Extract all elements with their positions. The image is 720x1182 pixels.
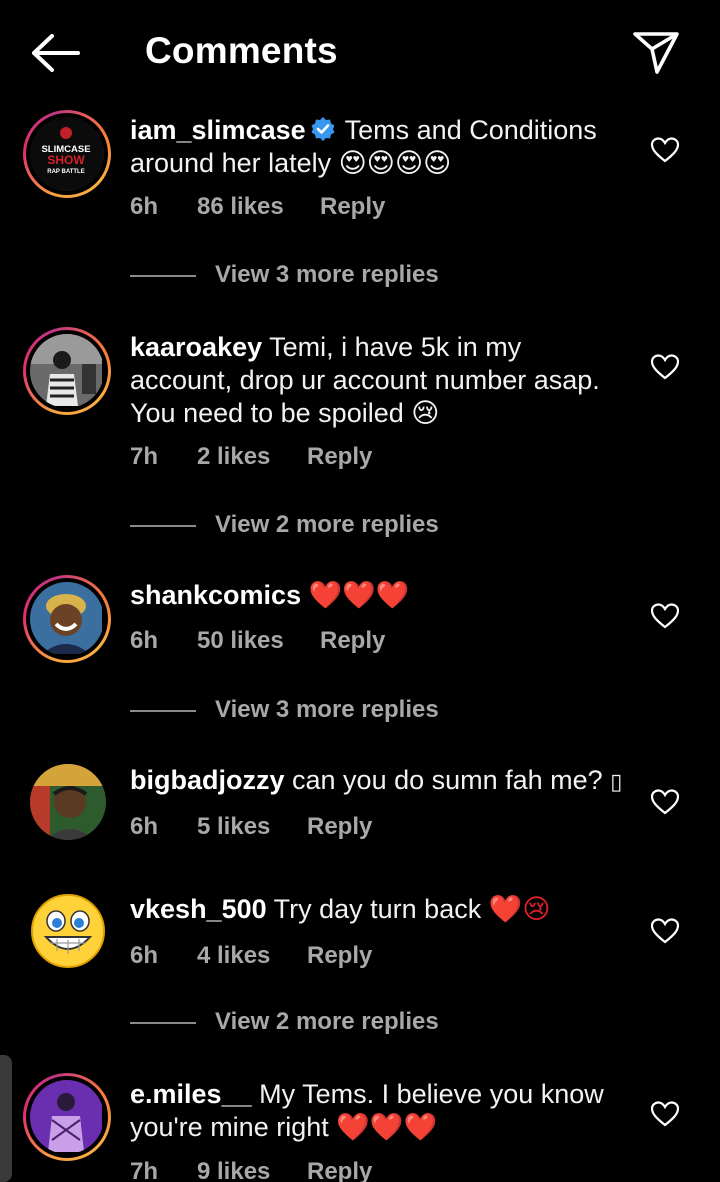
svg-text:SHOW: SHOW xyxy=(47,153,85,167)
username[interactable]: shankcomics xyxy=(130,580,301,610)
avatar-story-ring[interactable]: SLIMCASE SHOW RAP BATTLE xyxy=(23,110,111,198)
header-bar: Comments xyxy=(0,0,720,104)
emoji-crying: 😢 xyxy=(411,398,440,428)
reply-button[interactable]: Reply xyxy=(320,627,385,655)
username[interactable]: e.miles__ xyxy=(130,1079,252,1109)
heart-outline-icon xyxy=(650,603,680,629)
reply-button[interactable]: Reply xyxy=(307,443,372,471)
username[interactable]: bigbadjozzy xyxy=(130,765,285,795)
comment-item: bigbadjozzy can you do sumn fah me? ▯ 6h… xyxy=(0,764,720,864)
timestamp: 6h xyxy=(130,627,159,654)
avatar xyxy=(30,334,104,408)
username[interactable]: iam_slimcase xyxy=(130,115,306,145)
comment-item: kaaroakey Temi, i have 5k in my account,… xyxy=(0,325,720,555)
divider-line xyxy=(130,275,196,277)
svg-text:RAP BATTLE: RAP BATTLE xyxy=(47,169,84,175)
reply-button[interactable]: Reply xyxy=(307,1158,372,1182)
view-more-label: View 3 more replies xyxy=(215,261,439,288)
comment-text: e.miles__ My Tems. I believe you know yo… xyxy=(130,1078,630,1144)
page-title: Comments xyxy=(145,30,338,71)
like-button[interactable] xyxy=(650,602,680,630)
verified-badge-icon xyxy=(311,117,335,141)
comment-body: Tems and Conditions xyxy=(344,115,597,145)
avatar-story-ring[interactable] xyxy=(23,1073,111,1161)
username[interactable]: vkesh_500 xyxy=(130,894,267,924)
likes-count[interactable]: 9 likes xyxy=(197,1158,270,1182)
like-button[interactable] xyxy=(650,788,680,816)
view-more-replies[interactable]: View 2 more replies xyxy=(130,1008,530,1038)
emoji-heart-crying: ❤️😢 xyxy=(488,894,551,924)
comment-text: bigbadjozzy can you do sumn fah me? ▯ xyxy=(130,764,630,798)
like-button[interactable] xyxy=(650,136,680,164)
heart-outline-icon xyxy=(650,354,680,380)
avatar-story-ring[interactable] xyxy=(23,327,111,415)
like-button[interactable] xyxy=(650,917,680,945)
emoji-hearts: ❤️❤️❤️ xyxy=(308,580,410,610)
reply-button[interactable]: Reply xyxy=(307,942,372,970)
comment-text: iam_slimcase Tems and Conditions around … xyxy=(130,114,630,180)
heart-outline-icon xyxy=(650,789,680,815)
comment-body: You need to be spoiled xyxy=(130,398,404,428)
likes-count[interactable]: 5 likes xyxy=(197,813,270,841)
view-more-replies[interactable]: View 2 more replies xyxy=(130,511,530,541)
avatar xyxy=(30,582,104,656)
timestamp: 7h xyxy=(130,1158,159,1182)
comment-body: My Tems. I believe you know xyxy=(259,1079,604,1109)
back-button[interactable] xyxy=(30,30,82,76)
edge-handle[interactable] xyxy=(0,1055,12,1182)
emoji-unknown: ▯ xyxy=(610,769,623,794)
comment-item: shankcomics ❤️❤️❤️ 6h 50 likes Reply Vie… xyxy=(0,575,720,735)
reply-button[interactable]: Reply xyxy=(320,193,385,221)
divider-line xyxy=(130,1022,196,1024)
comment-body: account, drop ur account number asap. xyxy=(130,365,600,395)
comment-body: can you do sumn fah me? xyxy=(292,765,603,795)
timestamp: 6h xyxy=(130,193,159,220)
arrow-left-icon xyxy=(32,34,80,72)
divider-line xyxy=(130,525,196,527)
share-button[interactable] xyxy=(630,28,682,76)
username[interactable]: kaaroakey xyxy=(130,332,262,362)
emoji-heart-eyes: 😍😍😍😍 xyxy=(338,148,452,178)
timestamp: 6h xyxy=(130,813,159,840)
comment-item: vkesh_500 Try day turn back ❤️😢 6h 4 lik… xyxy=(0,893,720,1043)
divider-line xyxy=(130,710,196,712)
avatar xyxy=(30,764,106,840)
comment-text: vkesh_500 Try day turn back ❤️😢 xyxy=(130,893,630,926)
comment-text: kaaroakey Temi, i have 5k in my account,… xyxy=(130,331,630,430)
heart-outline-icon xyxy=(650,137,680,163)
like-button[interactable] xyxy=(650,1100,680,1128)
comment-text: shankcomics ❤️❤️❤️ xyxy=(130,579,630,612)
reply-button[interactable]: Reply xyxy=(307,813,372,841)
likes-count[interactable]: 4 likes xyxy=(197,942,270,970)
heart-outline-icon xyxy=(650,918,680,944)
comment-body: Temi, i have 5k in my xyxy=(269,332,522,362)
likes-count[interactable]: 86 likes xyxy=(197,193,284,221)
comment-item: e.miles__ My Tems. I believe you know yo… xyxy=(0,1073,720,1182)
avatar-frame[interactable] xyxy=(30,893,106,969)
comment-body: Try day turn back xyxy=(273,894,482,924)
heart-outline-icon xyxy=(650,1101,680,1127)
avatar xyxy=(30,1080,104,1154)
avatar-frame[interactable] xyxy=(30,764,106,840)
like-button[interactable] xyxy=(650,353,680,381)
view-more-label: View 3 more replies xyxy=(215,696,439,723)
comment-body: around her lately xyxy=(130,148,332,178)
avatar: SLIMCASE SHOW RAP BATTLE xyxy=(30,117,104,191)
comment-item: SLIMCASE SHOW RAP BATTLE iam_slimcase Te… xyxy=(0,108,720,308)
likes-count[interactable]: 2 likes xyxy=(197,443,270,471)
timestamp: 6h xyxy=(130,942,159,969)
view-more-replies[interactable]: View 3 more replies xyxy=(130,696,530,726)
view-more-replies[interactable]: View 3 more replies xyxy=(130,261,530,291)
timestamp: 7h xyxy=(130,443,159,470)
emoji-hearts: ❤️❤️❤️ xyxy=(336,1112,438,1142)
comment-body: you're mine right xyxy=(130,1112,329,1142)
view-more-label: View 2 more replies xyxy=(215,1008,439,1035)
view-more-label: View 2 more replies xyxy=(215,511,439,538)
paper-plane-icon xyxy=(633,32,679,74)
avatar-story-ring[interactable] xyxy=(23,575,111,663)
avatar xyxy=(30,893,106,969)
likes-count[interactable]: 50 likes xyxy=(197,627,284,655)
